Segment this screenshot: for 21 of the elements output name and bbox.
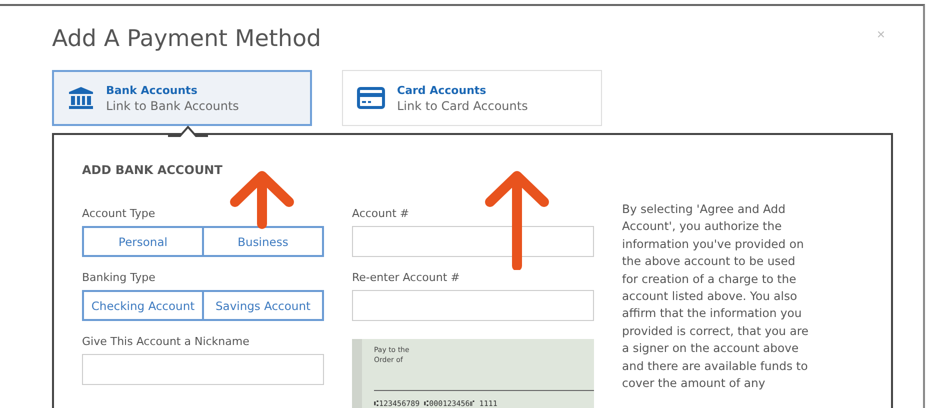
up-arrow-icon [229, 170, 295, 230]
credit-card-icon [357, 87, 385, 109]
field-label: Give This Account a Nickname [82, 335, 250, 348]
bank-icon [68, 86, 94, 110]
field-label: Account Type [82, 207, 156, 220]
segment-button[interactable]: Checking Account [82, 290, 204, 321]
field-label: Account # [352, 207, 410, 220]
field-label: Banking Type [82, 271, 156, 284]
account-number-field[interactable] [352, 226, 594, 257]
dialog-title: Add A Payment Method [52, 26, 322, 52]
section-heading: ADD BANK ACCOUNT [82, 163, 224, 177]
segment-button[interactable]: Personal [82, 226, 204, 257]
segment-button[interactable]: Business [204, 226, 324, 257]
tab[interactable]: Card Accounts Link to Card Accounts [342, 70, 602, 126]
tab[interactable]: Bank Accounts Link to Bank Accounts [52, 70, 312, 126]
account-number-field[interactable] [352, 290, 594, 321]
up-arrow-icon [484, 170, 550, 270]
field-label: Re-enter Account # [352, 271, 461, 284]
nickname-field[interactable] [82, 354, 324, 385]
disclaimer-text: By selecting 'Agree and Add Account', you authorize the information you've provided on the above account to be used for creation of a charge to the account listed above. You also affirm that the information you provided is correct, that you are a signer on the account above and there are available funds to cover the amount of any [622, 201, 810, 392]
segment-button[interactable]: Savings Account [204, 290, 324, 321]
